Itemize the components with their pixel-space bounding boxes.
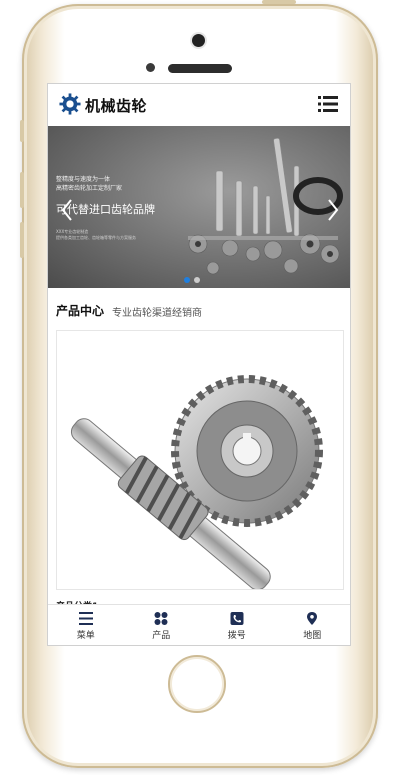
product-card[interactable]	[56, 330, 344, 591]
phone-icon	[230, 612, 244, 625]
carousel-dot-2[interactable]	[194, 277, 200, 283]
map-pin-icon	[307, 612, 318, 625]
carousel-dots	[184, 268, 204, 287]
nav-label-products: 产品	[152, 631, 171, 641]
nav-item-menu[interactable]: 菜单	[48, 605, 124, 645]
front-camera	[192, 34, 205, 47]
bottom-nav: 菜单 产品 拨号 地图	[48, 604, 351, 645]
list-icon[interactable]	[318, 96, 338, 112]
mute-switch	[20, 120, 24, 142]
volume-down-button	[20, 222, 24, 258]
nav-item-products[interactable]: 产品	[124, 605, 200, 645]
worm-gear-image	[70, 375, 323, 591]
nav-item-phone[interactable]: 拨号	[199, 605, 275, 645]
power-button	[262, 0, 296, 4]
chevron-right-icon[interactable]	[326, 198, 340, 222]
site-header: 机械齿轮	[48, 84, 350, 127]
volume-up-button	[20, 172, 24, 208]
chevron-left-icon[interactable]	[60, 198, 74, 222]
banner-line-1: 整精度与速度为一体	[56, 176, 111, 183]
banner-line-2: 高精密齿轮加工定制厂家	[56, 185, 123, 192]
menu-icon	[78, 612, 93, 625]
nav-label-map: 地图	[303, 631, 322, 641]
proximity-sensor	[146, 63, 155, 72]
gear-logo-icon[interactable]	[59, 93, 81, 115]
grid-icon	[154, 612, 168, 625]
banner-small-2: 提供各类加工齿轮、齿轮箱等零件与方案服务	[56, 235, 136, 240]
nav-label-menu: 菜单	[76, 631, 95, 641]
nav-label-phone: 拨号	[227, 631, 246, 641]
phone-screen: 机械齿轮 整精度与速度为一体 高精密齿轮加工定制厂家 可代替进口齿轮品牌 XXX…	[47, 83, 351, 646]
logo-text[interactable]: 机械齿轮	[85, 95, 147, 116]
hero-banner[interactable]: 整精度与速度为一体 高精密齿轮加工定制厂家 可代替进口齿轮品牌 XXX专业齿轮制…	[48, 126, 350, 288]
section-subtitle: 专业齿轮渠道经销商	[112, 308, 202, 319]
earpiece-speaker	[168, 64, 232, 73]
carousel-dot-1[interactable]	[184, 277, 190, 283]
home-button[interactable]	[168, 655, 226, 713]
nav-item-map[interactable]: 地图	[275, 605, 351, 645]
section-title: 产品中心	[56, 304, 105, 318]
